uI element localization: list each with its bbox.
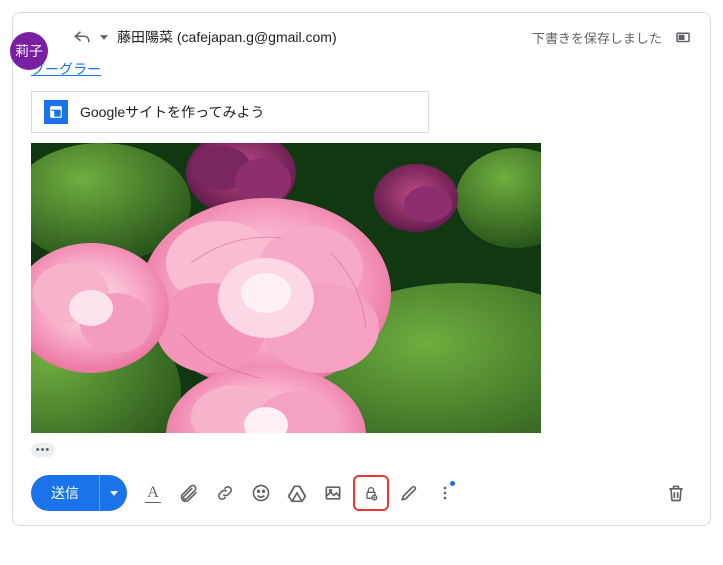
avatar-initials: 莉子 xyxy=(15,41,43,61)
attach-button[interactable] xyxy=(173,477,205,509)
trash-icon xyxy=(666,483,686,503)
image-button[interactable] xyxy=(317,477,349,509)
trimmed-content-toggle[interactable]: ••• xyxy=(31,443,55,457)
popout-icon[interactable] xyxy=(674,28,692,46)
send-more-button[interactable] xyxy=(99,475,127,511)
format-a-icon: A xyxy=(147,484,159,502)
sites-icon xyxy=(44,100,68,124)
emoji-icon xyxy=(251,483,271,503)
embedded-image[interactable] xyxy=(31,143,541,433)
discard-button[interactable] xyxy=(660,477,692,509)
drive-chip[interactable]: Googleサイトを作ってみよう xyxy=(31,91,429,133)
compose-header: 藤田陽菜 (cafejapan.g@gmail.com) 下書きを保存しました xyxy=(73,27,692,47)
more-badge-icon xyxy=(450,481,455,486)
confidential-button[interactable] xyxy=(357,479,385,507)
drive-button[interactable] xyxy=(281,477,313,509)
drive-chip-title: Googleサイトを作ってみよう xyxy=(80,102,264,122)
attach-icon xyxy=(179,483,199,503)
send-button-group: 送信 xyxy=(31,475,127,511)
draft-status: 下書きを保存しました xyxy=(532,28,662,47)
signature-button[interactable] xyxy=(393,477,425,509)
compose-card: 藤田陽菜 (cafejapan.g@gmail.com) 下書きを保存しました … xyxy=(12,12,711,526)
pen-icon xyxy=(399,483,419,503)
drive-icon xyxy=(287,483,307,503)
recipient-text[interactable]: 藤田陽菜 (cafejapan.g@gmail.com) xyxy=(117,27,337,47)
confidential-highlight xyxy=(353,475,389,511)
send-button[interactable]: 送信 xyxy=(31,475,99,511)
emoji-button[interactable] xyxy=(245,477,277,509)
compose-body[interactable]: グーグラー Googleサイトを作ってみよう xyxy=(31,59,692,457)
format-button[interactable]: A xyxy=(137,477,169,509)
lock-icon xyxy=(363,483,379,503)
reply-icon[interactable] xyxy=(73,28,91,46)
link-button[interactable] xyxy=(209,477,241,509)
more-button[interactable] xyxy=(429,477,461,509)
link-icon xyxy=(215,483,235,503)
compose-toolbar: 送信 A xyxy=(31,475,692,511)
more-icon xyxy=(435,483,455,503)
recipient-caret-icon[interactable] xyxy=(99,28,109,46)
avatar[interactable]: 莉子 xyxy=(10,32,48,70)
image-icon xyxy=(323,483,343,503)
